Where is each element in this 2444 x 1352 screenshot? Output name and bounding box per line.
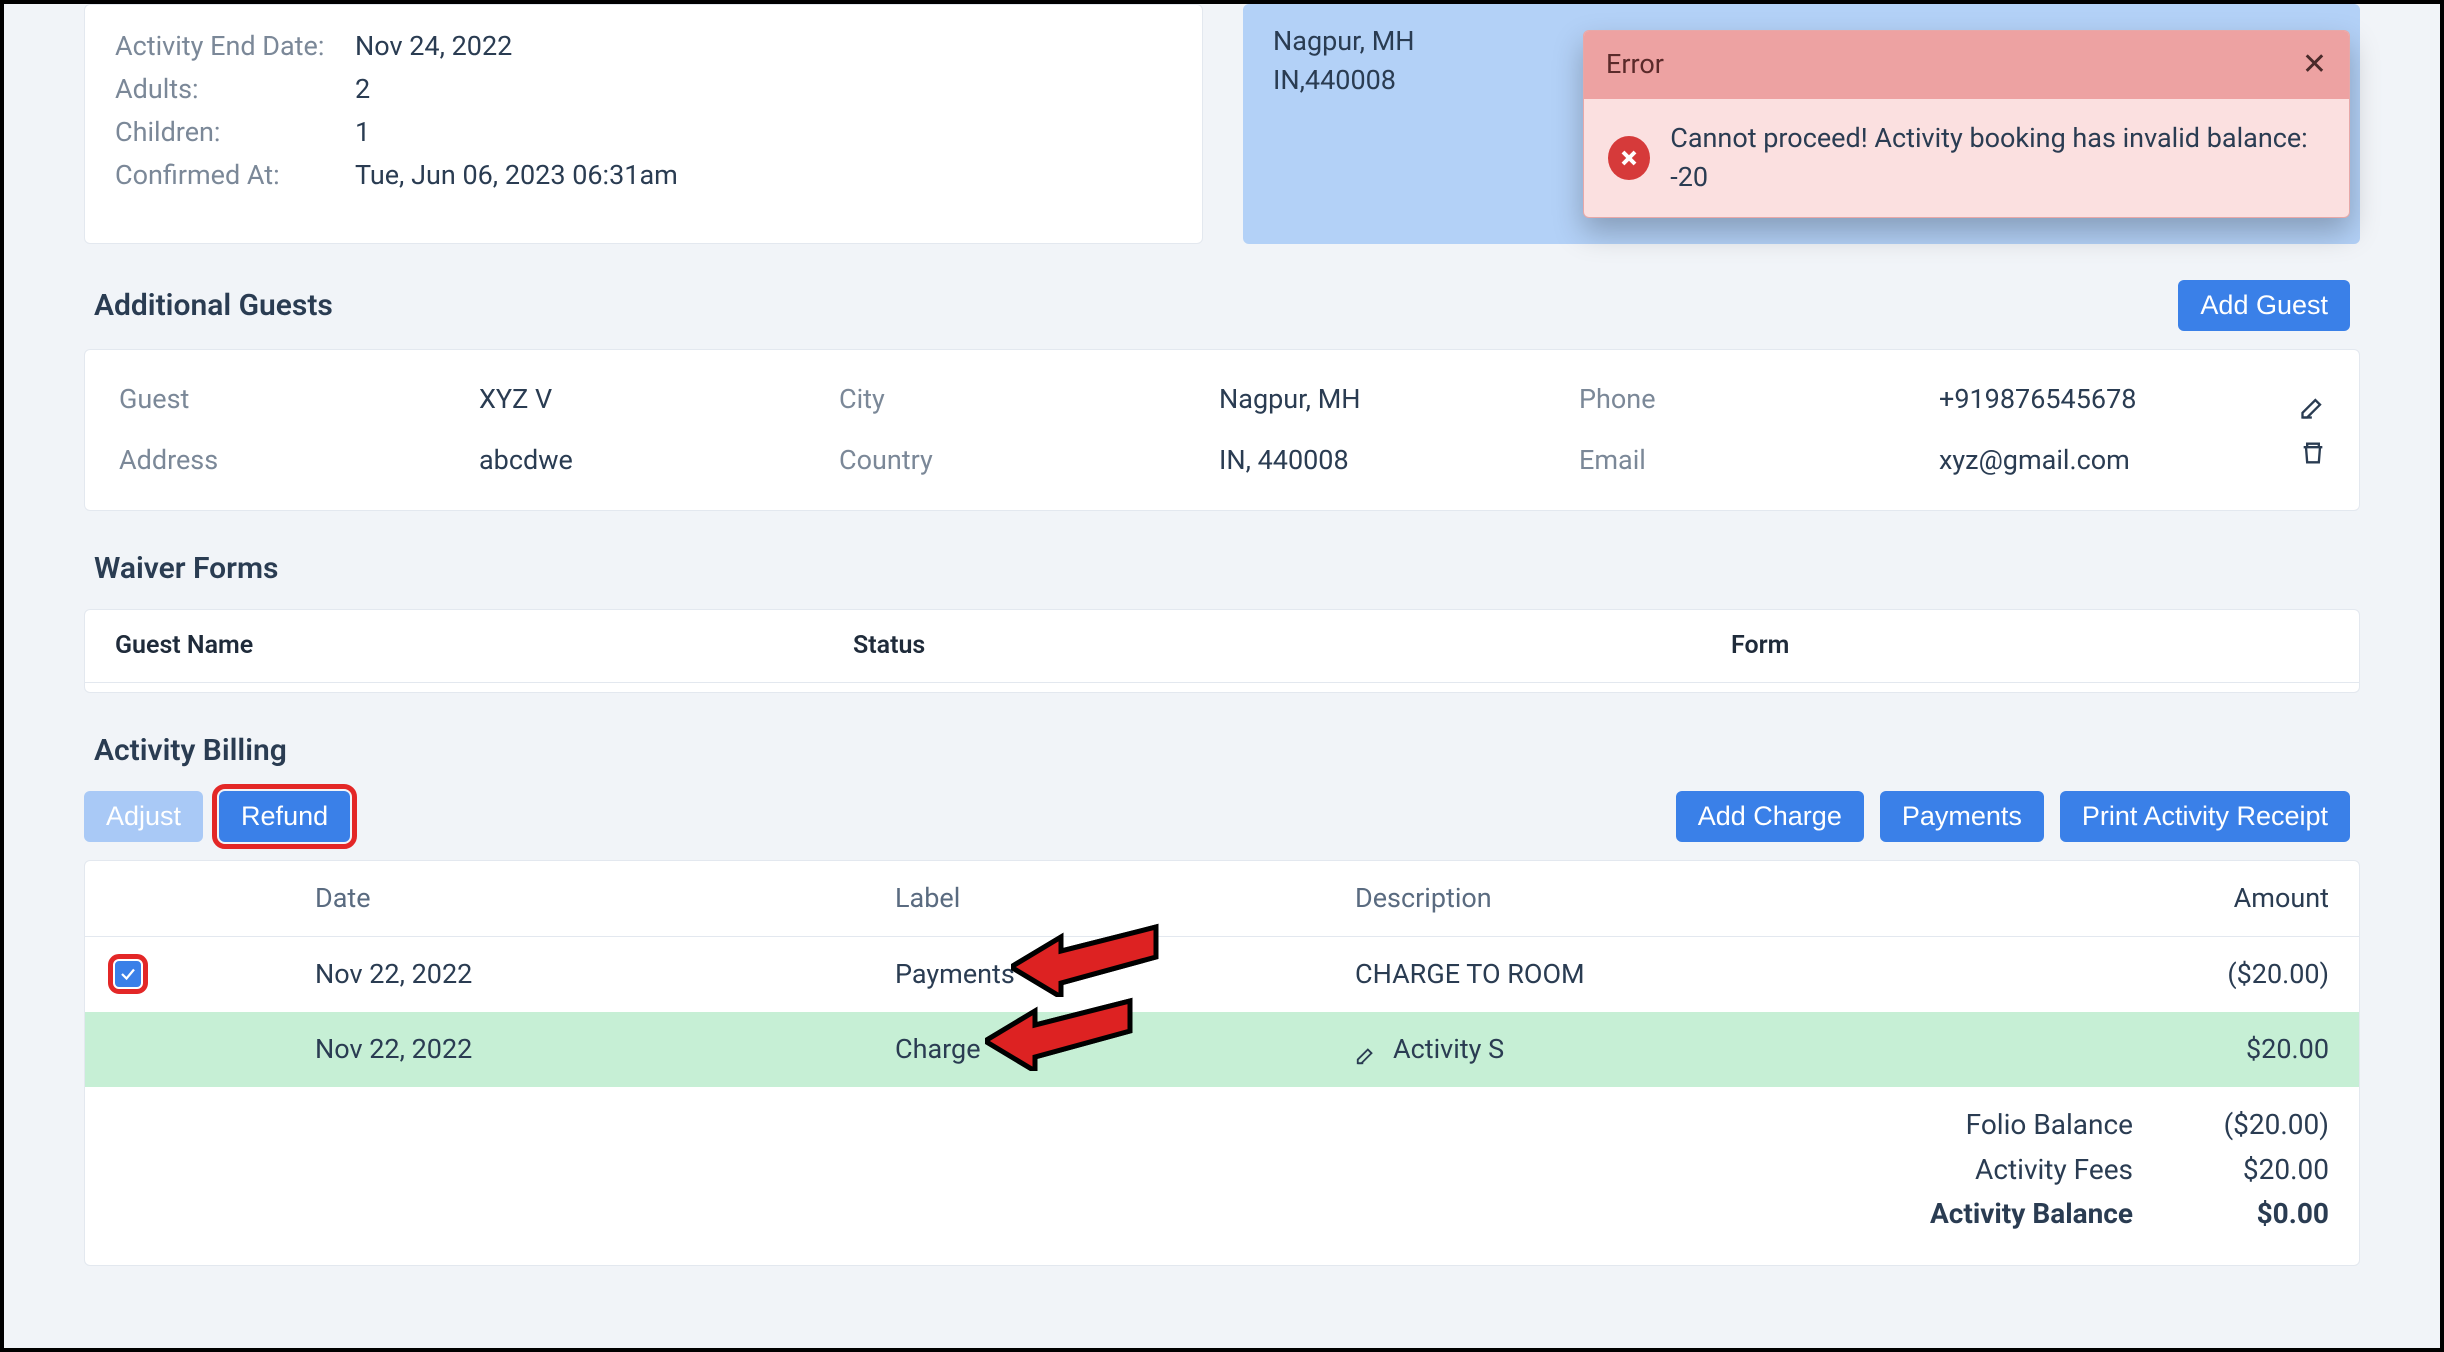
guest-name-value: XYZ V bbox=[479, 380, 839, 419]
confirmed-at-value: Tue, Jun 06, 2023 06:31am bbox=[355, 156, 678, 195]
delete-guest-icon[interactable] bbox=[2299, 439, 2327, 467]
row-amount: ($20.00) bbox=[2069, 955, 2329, 994]
adjust-button[interactable]: Adjust bbox=[84, 791, 203, 842]
guest-email-label: Email bbox=[1579, 441, 1939, 480]
activity-end-date-value: Nov 24, 2022 bbox=[355, 27, 512, 66]
activity-balance-value: $0.00 bbox=[2169, 1194, 2329, 1235]
error-icon bbox=[1608, 136, 1650, 180]
row-date: Nov 22, 2022 bbox=[315, 955, 895, 994]
billing-summary: Folio Balance ($20.00) Activity Fees $20… bbox=[85, 1087, 2359, 1265]
edit-row-icon[interactable] bbox=[1355, 1038, 1377, 1060]
guest-email-value: xyz@gmail.com bbox=[1939, 441, 2299, 480]
error-toast-title: Error bbox=[1606, 45, 1664, 84]
billing-row[interactable]: Nov 22, 2022 Charge Activity S $20.00 bbox=[85, 1012, 2359, 1087]
activity-balance-label: Activity Balance bbox=[1853, 1194, 2133, 1235]
guest-address-value: abcdwe bbox=[479, 441, 839, 480]
close-icon[interactable]: ✕ bbox=[2302, 43, 2327, 87]
refund-button[interactable]: Refund bbox=[219, 791, 350, 842]
row-label: Payments bbox=[895, 955, 1355, 994]
billing-col-description: Description bbox=[1355, 879, 2069, 918]
confirmed-at-label: Confirmed At: bbox=[115, 156, 355, 195]
adults-label: Adults: bbox=[115, 70, 355, 109]
guest-address-label: Address bbox=[119, 441, 479, 480]
billing-row[interactable]: Nov 22, 2022 Payments CHARGE TO ROOM ($2… bbox=[85, 937, 2359, 1012]
billing-col-label: Label bbox=[895, 879, 1355, 918]
waiver-table-header: Guest Name Status Form bbox=[84, 609, 2360, 683]
waiver-forms-title: Waiver Forms bbox=[94, 547, 278, 591]
adults-value: 2 bbox=[355, 70, 370, 109]
waiver-col-status: Status bbox=[853, 628, 1591, 664]
guest-phone-label: Phone bbox=[1579, 380, 1939, 419]
folio-balance-label: Folio Balance bbox=[1853, 1105, 2133, 1146]
error-toast-message: Cannot proceed! Activity booking has inv… bbox=[1670, 119, 2325, 197]
guest-name-label: Guest bbox=[119, 380, 479, 419]
row-checkbox[interactable] bbox=[115, 961, 141, 987]
waiver-col-guest-name: Guest Name bbox=[115, 628, 853, 664]
row-label: Charge bbox=[895, 1030, 1355, 1069]
guest-country-label: Country bbox=[839, 441, 1219, 480]
children-value: 1 bbox=[355, 113, 370, 152]
edit-guest-icon[interactable] bbox=[2299, 393, 2327, 421]
row-description: Activity S bbox=[1393, 1030, 1504, 1069]
guest-card: Guest XYZ V City Nagpur, MH Phone +91987… bbox=[84, 349, 2360, 511]
guest-city-value: Nagpur, MH bbox=[1219, 380, 1579, 419]
billing-col-date: Date bbox=[315, 879, 895, 918]
print-receipt-button[interactable]: Print Activity Receipt bbox=[2060, 791, 2350, 842]
row-amount: $20.00 bbox=[2069, 1030, 2329, 1069]
add-guest-button[interactable]: Add Guest bbox=[2178, 280, 2350, 331]
folio-balance-value: ($20.00) bbox=[2169, 1105, 2329, 1146]
add-charge-button[interactable]: Add Charge bbox=[1676, 791, 1864, 842]
guest-city-label: City bbox=[839, 380, 1219, 419]
row-description: CHARGE TO ROOM bbox=[1355, 955, 2069, 994]
activity-billing-title: Activity Billing bbox=[94, 729, 287, 773]
activity-end-date-label: Activity End Date: bbox=[115, 27, 355, 66]
waiver-col-form: Form bbox=[1591, 628, 2329, 664]
billing-col-amount: Amount bbox=[2069, 879, 2329, 918]
activity-fees-value: $20.00 bbox=[2169, 1150, 2329, 1191]
error-toast: Error ✕ Cannot proceed! Activity booking… bbox=[1583, 30, 2350, 218]
waiver-table-empty bbox=[84, 683, 2360, 693]
activity-details-panel: Activity End Date: Nov 24, 2022 Adults: … bbox=[84, 4, 1203, 244]
billing-table: Date Label Description Amount Nov 22, 20… bbox=[84, 860, 2360, 1266]
children-label: Children: bbox=[115, 113, 355, 152]
guest-phone-value: +919876545678 bbox=[1939, 380, 2299, 419]
additional-guests-title: Additional Guests bbox=[94, 284, 333, 328]
address-panel: Nagpur, MH IN,440008 Error ✕ Cannot proc… bbox=[1243, 4, 2360, 244]
guest-country-value: IN, 440008 bbox=[1219, 441, 1579, 480]
row-date: Nov 22, 2022 bbox=[315, 1030, 895, 1069]
activity-fees-label: Activity Fees bbox=[1853, 1150, 2133, 1191]
payments-button[interactable]: Payments bbox=[1880, 791, 2044, 842]
billing-table-header: Date Label Description Amount bbox=[85, 861, 2359, 937]
